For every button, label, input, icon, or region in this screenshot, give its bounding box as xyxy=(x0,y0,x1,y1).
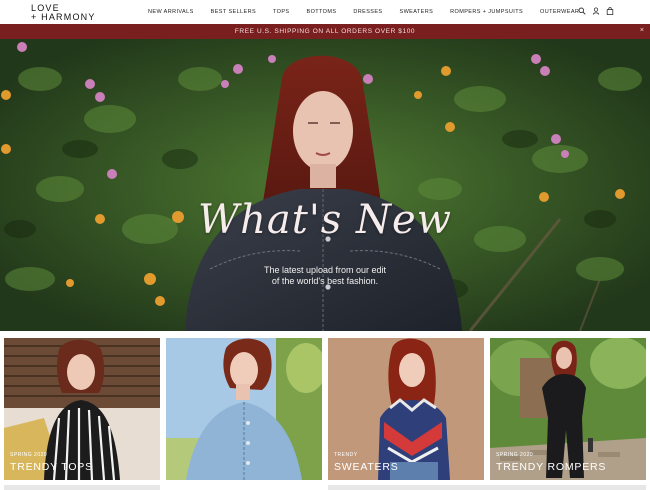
tile-tops-kicker: SPRING 2020 xyxy=(10,452,48,458)
nav-outerwear[interactable]: OUTERWEAR xyxy=(540,9,579,15)
nav-rompers-jumpsuits[interactable]: ROMPERS + JUMPSUITS xyxy=(450,9,523,15)
hero-subtitle: The latest upload from our edit of the w… xyxy=(0,265,650,287)
next-row-tile-edge xyxy=(4,485,160,490)
tile-tops-image xyxy=(4,338,160,480)
header-icons xyxy=(578,7,614,15)
site-header: LOVE + HARMONY NEW ARRIVALS BEST SELLERS… xyxy=(0,0,650,24)
brand-line-2: + HARMONY xyxy=(31,12,96,22)
promo-banner: FREE U.S. SHIPPING ON ALL ORDERS OVER $1… xyxy=(0,24,650,39)
nav-best-sellers[interactable]: BEST SELLERS xyxy=(211,9,256,15)
nav-tops[interactable]: TOPS xyxy=(273,9,289,15)
tile-trendy-tops[interactable]: SPRING 2020 TRENDY TOPS xyxy=(4,338,160,480)
nav-sweaters[interactable]: SWEATERS xyxy=(400,9,434,15)
hero-banner[interactable]: What's New The latest upload from our ed… xyxy=(0,39,650,331)
tile-sweaters-image xyxy=(328,338,484,480)
account-icon[interactable] xyxy=(592,7,600,15)
hero-subtitle-line-1: The latest upload from our edit xyxy=(263,265,387,275)
tile-rompers-kicker: SPRING 2020 xyxy=(496,452,534,458)
search-icon[interactable] xyxy=(578,7,586,15)
tile-tops-title: TRENDY TOPS xyxy=(10,461,93,473)
main-nav: NEW ARRIVALS BEST SELLERS TOPS BOTTOMS D… xyxy=(148,9,596,15)
close-icon[interactable]: × xyxy=(640,27,644,34)
tile-denim[interactable] xyxy=(166,338,322,480)
tile-trendy-rompers[interactable]: SPRING 2020 TRENDY ROMPERS xyxy=(490,338,646,480)
nav-dresses[interactable]: DRESSES xyxy=(353,9,382,15)
next-row-tile-edge xyxy=(328,485,646,490)
brand-logo[interactable]: LOVE + HARMONY xyxy=(31,4,96,22)
hero-image xyxy=(0,39,650,331)
tile-denim-image xyxy=(166,338,322,480)
tile-rompers-image xyxy=(490,338,646,480)
hero-subtitle-line-2: of the world's best fashion. xyxy=(271,276,379,286)
tile-sweaters[interactable]: TRENDY SWEATERS xyxy=(328,338,484,480)
hero-title: What's New xyxy=(198,197,452,243)
tile-sweaters-kicker: TRENDY xyxy=(334,452,358,458)
nav-new-arrivals[interactable]: NEW ARRIVALS xyxy=(148,9,194,15)
bag-icon[interactable] xyxy=(606,7,614,15)
tile-sweaters-title: SWEATERS xyxy=(334,461,399,473)
nav-bottoms[interactable]: BOTTOMS xyxy=(307,9,337,15)
promo-text[interactable]: FREE U.S. SHIPPING ON ALL ORDERS OVER $1… xyxy=(0,28,650,35)
category-tiles: SPRING 2020 TRENDY TOPS TRENDY SWEATERS … xyxy=(0,331,650,490)
tile-rompers-title: TRENDY ROMPERS xyxy=(496,461,607,473)
